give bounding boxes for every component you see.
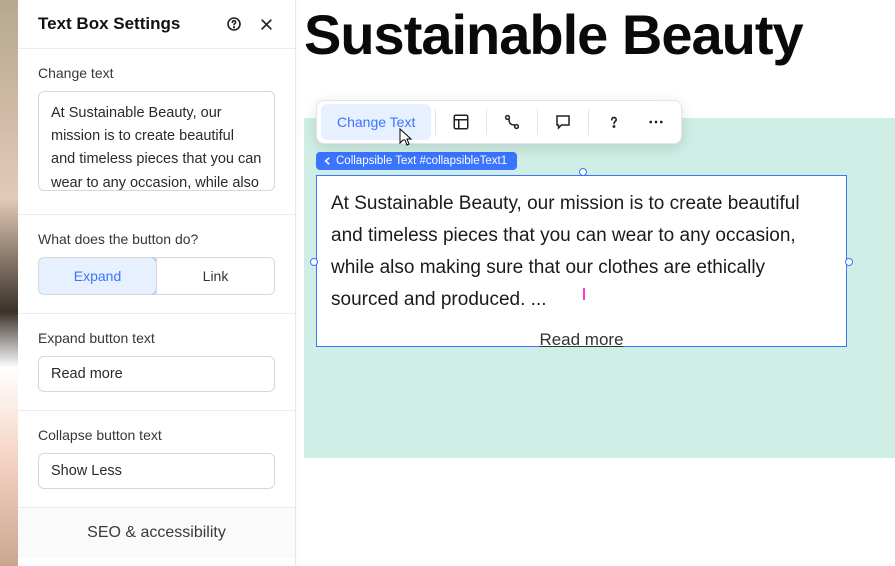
- expand-button-text-section: Expand button text: [18, 313, 295, 410]
- collapsible-text-element[interactable]: At Sustainable Beauty, our mission is to…: [316, 175, 847, 347]
- resize-handle-top[interactable]: [579, 168, 587, 176]
- animation-icon[interactable]: [491, 104, 533, 140]
- resize-handle-right[interactable]: [845, 258, 853, 266]
- link-option[interactable]: Link: [157, 258, 274, 294]
- change-text-button[interactable]: Change Text: [321, 104, 431, 140]
- help-icon[interactable]: [225, 15, 243, 33]
- expand-button-text-label: Expand button text: [38, 330, 275, 346]
- read-more-link[interactable]: Read more: [331, 326, 832, 355]
- expand-option[interactable]: Expand: [38, 257, 157, 295]
- element-tag[interactable]: Collapsible Text #collapsibleText1: [316, 152, 517, 170]
- background-image-strip: [0, 0, 18, 566]
- collaborator-cursor: [580, 288, 588, 300]
- settings-header-actions: [225, 15, 275, 33]
- close-icon[interactable]: [257, 15, 275, 33]
- button-action-label: What does the button do?: [38, 231, 275, 247]
- change-text-input[interactable]: [38, 91, 275, 191]
- change-text-label: Change text: [38, 65, 275, 81]
- toolbar-separator: [537, 109, 538, 135]
- collapse-button-text-section: Collapse button text: [18, 410, 295, 507]
- accessible-name-section: Accessible name: [18, 558, 295, 566]
- collapse-button-text-input[interactable]: [38, 453, 275, 489]
- resize-handle-left[interactable]: [310, 258, 318, 266]
- element-tag-label: Collapsible Text #collapsibleText1: [336, 155, 507, 167]
- page-title: Sustainable Beauty: [296, 0, 895, 67]
- seo-accessibility-header[interactable]: SEO & accessibility: [18, 507, 295, 558]
- toolbar-separator: [588, 109, 589, 135]
- settings-scroll-area: Change text What does the button do? Exp…: [18, 48, 295, 566]
- comment-icon[interactable]: [542, 104, 584, 140]
- button-action-segmented: Expand Link: [38, 257, 275, 295]
- more-icon[interactable]: [635, 104, 677, 140]
- layout-icon[interactable]: [440, 104, 482, 140]
- button-action-section: What does the button do? Expand Link: [18, 214, 295, 313]
- settings-panel-header: Text Box Settings: [18, 0, 295, 48]
- element-toolbar: Change Text: [316, 100, 682, 144]
- change-text-section: Change text: [18, 48, 295, 214]
- toolbar-separator: [435, 109, 436, 135]
- settings-panel-title: Text Box Settings: [38, 14, 180, 34]
- help-icon[interactable]: [593, 104, 635, 140]
- collapse-button-text-label: Collapse button text: [38, 427, 275, 443]
- expand-button-text-input[interactable]: [38, 356, 275, 392]
- canvas: Sustainable Beauty Change Text Collapsib…: [296, 0, 895, 566]
- settings-panel: Text Box Settings Change text What does …: [18, 0, 296, 566]
- toolbar-separator: [486, 109, 487, 135]
